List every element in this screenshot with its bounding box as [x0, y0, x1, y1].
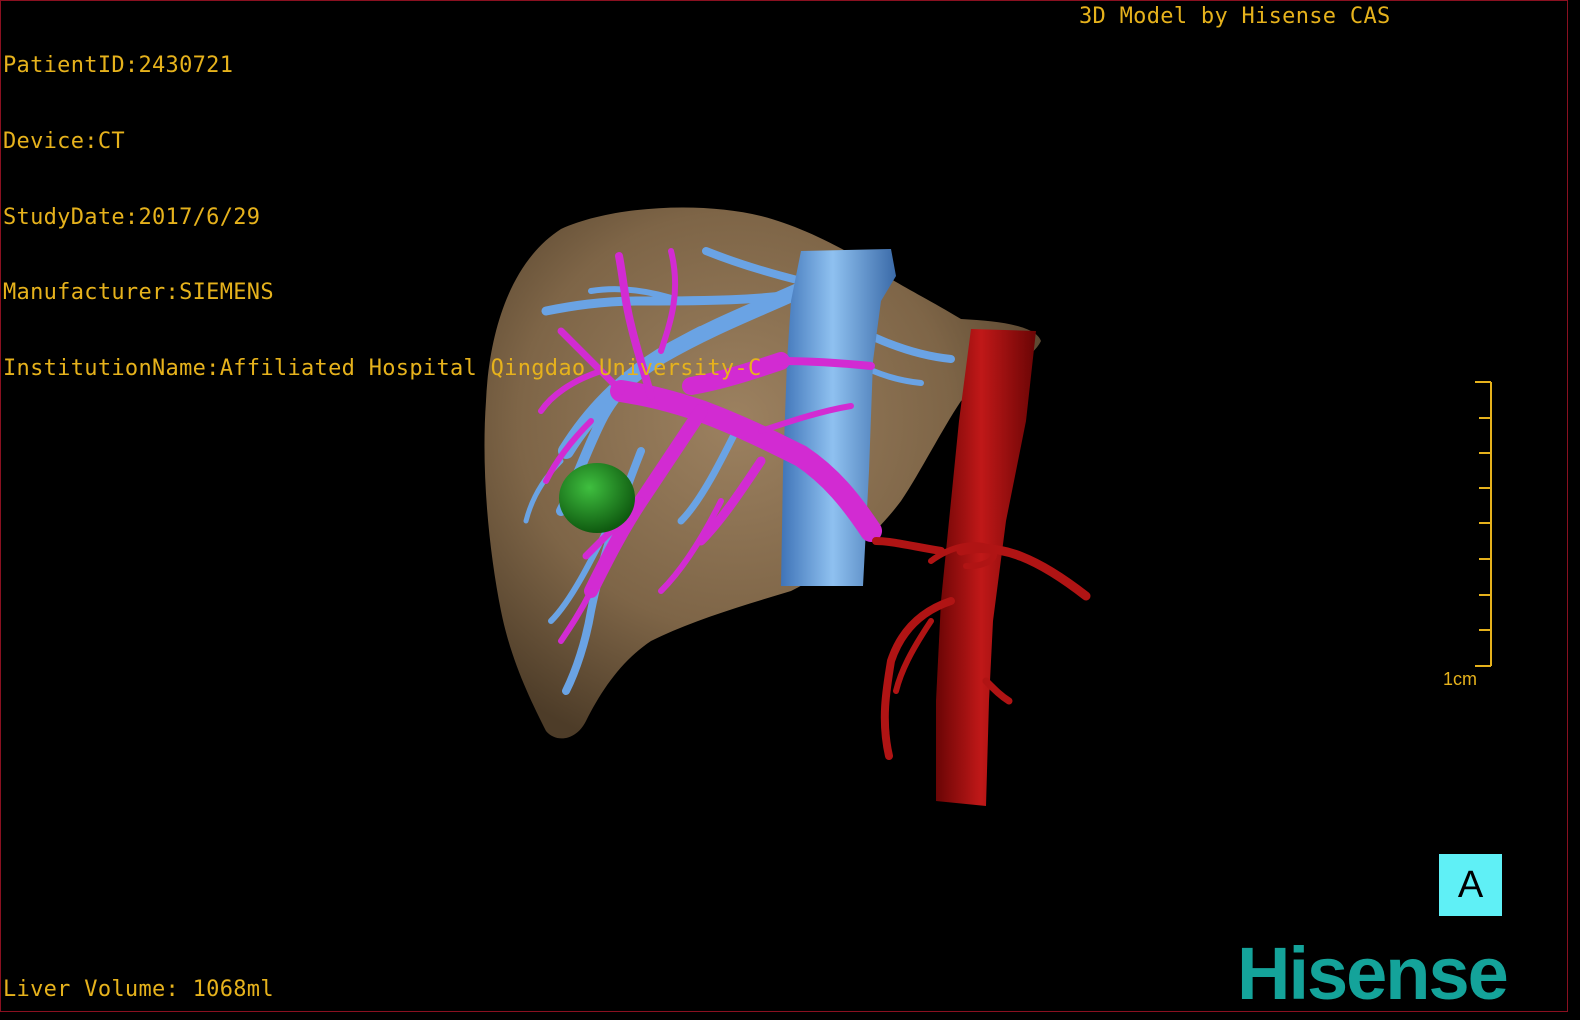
3d-viewport[interactable]: PatientID:2430721 Device:CT StudyDate:20… [0, 0, 1568, 1012]
institution-name: InstitutionName:Affiliated Hospital Qing… [3, 355, 762, 381]
scale-bar-label: 1cm [1443, 669, 1478, 689]
scale-bar [1475, 381, 1492, 667]
device: Device:CT [3, 129, 125, 155]
hisense-logo: Hisense [1237, 932, 1509, 1012]
patient-id: PatientID:2430721 [3, 53, 234, 79]
study-info: PatientID:2430721 Device:CT StudyDate:20… [3, 3, 762, 431]
study-date: StudyDate:2017/6/29 [3, 204, 261, 230]
manufacturer: Manufacturer:SIEMENS [3, 280, 274, 306]
liver-volume: Liver Volume: 1068ml [3, 977, 274, 1002]
liver-lesion [559, 463, 635, 533]
orientation-marker[interactable]: A [1439, 854, 1502, 916]
model-credit: 3D Model by Hisense CAS [1079, 4, 1391, 29]
